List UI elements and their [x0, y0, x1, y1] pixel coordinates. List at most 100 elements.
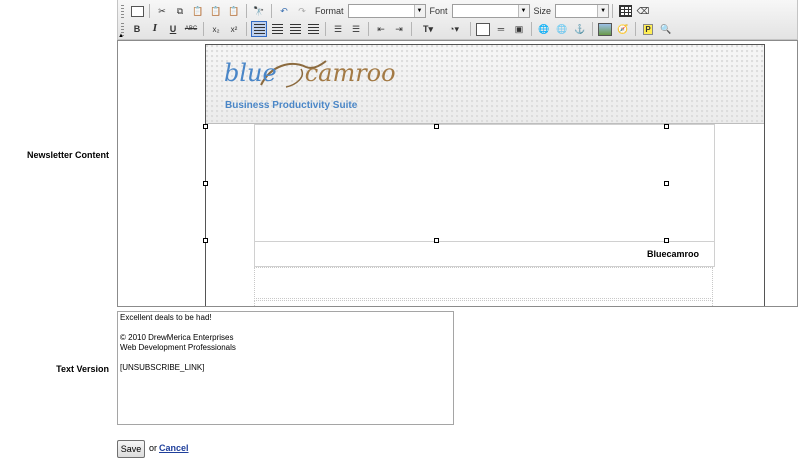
bold-glyph: B [133, 24, 141, 34]
toolbar-collapse-icon[interactable]: ▲ [118, 33, 124, 39]
toolbar-grip[interactable] [121, 4, 124, 18]
indent-icon: ⇥ [395, 23, 403, 34]
text-line: [UNSUBSCRIBE_LINK] [120, 363, 205, 372]
flash-button[interactable]: ▣ [511, 21, 527, 37]
bg-color-icon: ◔▾ [449, 23, 459, 34]
numbered-list-button[interactable]: ☰ [330, 21, 346, 37]
align-left-icon [253, 24, 265, 34]
newsletter-editor[interactable]: blue camroo Business Productivity Suite B… [117, 40, 798, 307]
font-select[interactable]: ▼ [451, 4, 530, 18]
newsletter-header: blue camroo Business Productivity Suite [206, 45, 764, 124]
link-button[interactable]: 🌐 [536, 21, 552, 37]
table-icon[interactable] [617, 3, 633, 19]
outdent-icon: ⇤ [377, 23, 385, 34]
font-value [453, 5, 456, 17]
resize-handle[interactable] [664, 124, 669, 129]
special-char-button[interactable]: 🧭 [615, 21, 631, 37]
footer-brand-block[interactable]: Bluecamroo [254, 241, 715, 267]
resize-handle[interactable] [203, 181, 208, 186]
indent-button[interactable]: ⇥ [391, 21, 407, 37]
subscript-button[interactable]: x₂ [208, 21, 224, 37]
outdent-button[interactable]: ⇤ [373, 21, 389, 37]
superscript-glyph: x² [230, 24, 238, 34]
justify-button[interactable] [305, 21, 321, 37]
text-line: © 2010 DrewMerica Enterprises [120, 333, 234, 342]
align-center-button[interactable] [269, 21, 285, 37]
compass-icon: 🧭 [617, 23, 629, 34]
justify-icon [307, 24, 319, 34]
toolbar-row-2: B I U ABC x₂ x² ☰ ☰ ⇤ ⇥ T▾ ◔▾ ═ ▣ 🌐 🌐 ⚓ … [118, 20, 675, 38]
text-line: Web Development Professionals [120, 343, 236, 352]
empty-block-2[interactable] [254, 300, 713, 306]
undo-icon[interactable]: ↶ [276, 3, 292, 19]
align-left-button[interactable] [251, 21, 267, 37]
text-color-icon: T▾ [422, 23, 433, 34]
strikethrough-button[interactable]: ABC [183, 21, 199, 37]
align-center-icon [271, 24, 283, 34]
resize-handle[interactable] [434, 124, 439, 129]
content-block[interactable] [254, 124, 715, 242]
insert-image-button[interactable] [597, 21, 613, 37]
format-select[interactable]: ▼ [347, 4, 426, 18]
superscript-button[interactable]: x² [226, 21, 242, 37]
underline-glyph: U [169, 24, 177, 34]
resize-handle[interactable] [434, 238, 439, 243]
size-label: Size [533, 6, 552, 16]
unlink-button[interactable]: 🌐 [554, 21, 570, 37]
format-value [349, 5, 352, 17]
anchor-button[interactable]: ⚓ [572, 21, 588, 37]
chevron-down-icon[interactable]: ▼ [597, 5, 609, 17]
image-button[interactable] [475, 21, 491, 37]
size-select[interactable]: ▼ [555, 4, 610, 18]
horizontal-rule-icon: ═ [497, 24, 505, 34]
resize-handle[interactable] [664, 238, 669, 243]
cancel-link[interactable]: Cancel [159, 443, 189, 453]
newsletter-content-label: Newsletter Content [26, 150, 109, 160]
redo-icon[interactable]: ↷ [294, 3, 310, 19]
logo-blue-text: blue [224, 59, 277, 87]
numbered-list-icon: ☰ [333, 23, 343, 34]
globe-unlink-icon: 🌐 [556, 23, 568, 34]
paste-icon[interactable]: 📋 [190, 3, 206, 19]
text-color-button[interactable]: T▾ [416, 21, 440, 37]
image-icon [476, 22, 490, 36]
text-line [120, 323, 451, 333]
save-button[interactable]: Save [117, 440, 145, 458]
empty-block[interactable] [254, 267, 713, 299]
chevron-down-icon[interactable]: ▼ [413, 5, 425, 17]
bulleted-list-button[interactable]: ☰ [348, 21, 364, 37]
underline-button[interactable]: U [165, 21, 181, 37]
resize-handle[interactable] [203, 238, 208, 243]
bg-color-button[interactable]: ◔▾ [442, 21, 466, 37]
find-icon[interactable]: 🔭 [251, 3, 267, 19]
logo-wordmark: blue camroo [224, 59, 396, 87]
brand-name: Bluecamroo [646, 249, 699, 259]
paste-word-icon[interactable]: 📋 [226, 3, 242, 19]
placeholder-button[interactable]: P [640, 21, 656, 37]
placeholder-icon: P [643, 23, 653, 35]
preview-button[interactable]: 🔍 [658, 21, 674, 37]
bulleted-list-icon: ☰ [351, 23, 361, 34]
cut-icon[interactable]: ✂ [154, 3, 170, 19]
copy-icon[interactable]: ⧉ [172, 3, 188, 19]
resize-handle[interactable] [203, 124, 208, 129]
italic-button[interactable]: I [147, 21, 163, 37]
newsletter-document[interactable]: blue camroo Business Productivity Suite B… [203, 44, 765, 306]
chevron-down-icon[interactable]: ▼ [517, 5, 529, 17]
horizontal-rule-button[interactable]: ═ [493, 21, 509, 37]
bold-button[interactable]: B [129, 21, 145, 37]
picture-icon [598, 22, 612, 36]
paste-text-icon[interactable]: 📋 [208, 3, 224, 19]
text-version-textarea[interactable]: Excellent deals to be had! © 2010 DrewMe… [117, 311, 454, 425]
logo-camroo-text: camroo [304, 59, 396, 87]
toolbar-row-1: ✂ ⧉ 📋 📋 📋 🔭 ↶ ↷ Format ▼ Font ▼ Size ▼ ⌫ [118, 2, 652, 20]
source-icon[interactable] [129, 3, 145, 19]
align-right-button[interactable] [287, 21, 303, 37]
text-line: Excellent deals to be had! [120, 313, 212, 322]
strike-glyph: ABC [184, 26, 198, 32]
eraser-icon[interactable]: ⌫ [635, 3, 651, 19]
resize-handle[interactable] [664, 181, 669, 186]
text-line [120, 353, 451, 363]
font-label: Font [429, 6, 448, 16]
globe-link-icon: 🌐 [538, 23, 550, 34]
